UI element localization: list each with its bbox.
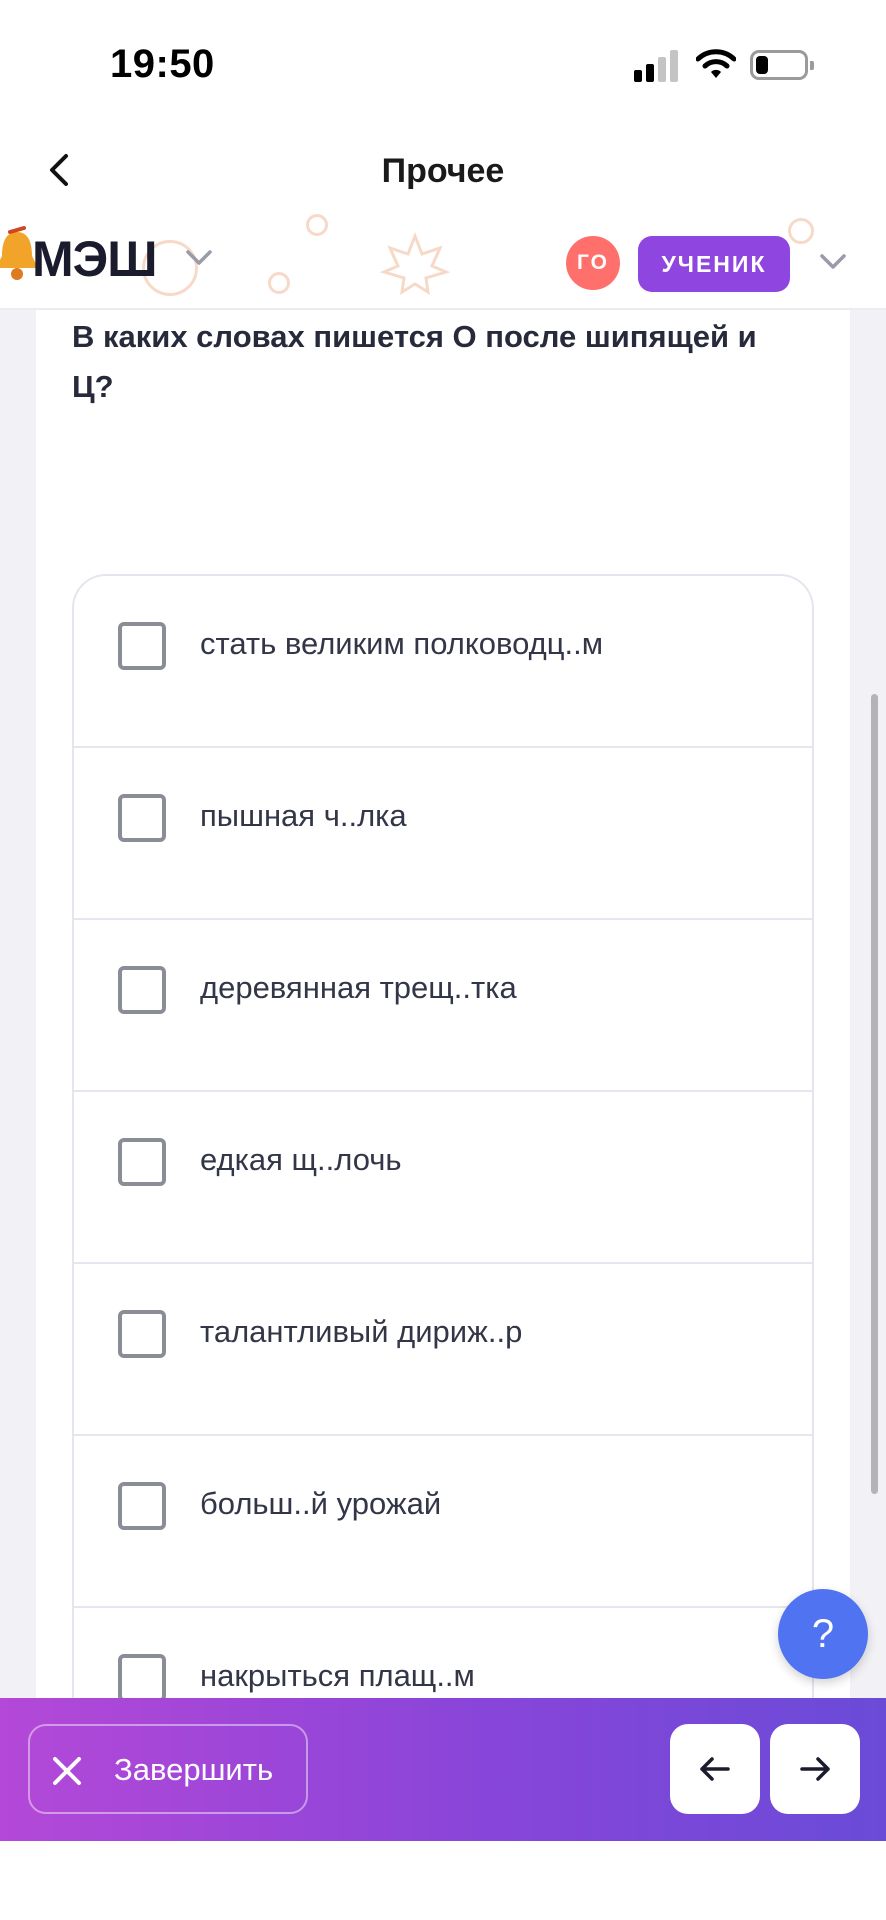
maple-leaf-icon xyxy=(380,232,450,295)
answer-option-label: пышная ч..лка xyxy=(200,798,407,833)
decor-circle xyxy=(268,272,290,294)
screen: 19:50 Прочее МЭШ ГО УЧЕНИК В каких слова… xyxy=(0,0,886,1920)
answer-option[interactable]: больш..й урожай xyxy=(74,1436,812,1608)
nav-header: Прочее xyxy=(0,130,886,210)
wifi-icon xyxy=(696,49,736,78)
answer-option-label: больш..й урожай xyxy=(200,1486,442,1521)
scrollbar[interactable] xyxy=(871,694,878,1494)
checkbox[interactable] xyxy=(118,794,166,842)
chevron-down-icon[interactable] xyxy=(818,252,848,272)
home-indicator-area xyxy=(0,1841,886,1920)
answer-option[interactable]: деревянная трещ..тка xyxy=(74,920,812,1092)
arrow-right-icon xyxy=(800,1757,830,1781)
nav-title: Прочее xyxy=(381,152,505,190)
status-bar: 19:50 xyxy=(0,0,886,130)
chevron-down-icon[interactable] xyxy=(184,248,214,268)
close-icon xyxy=(53,1757,81,1785)
battery-icon xyxy=(750,50,814,80)
decor-circle xyxy=(306,214,328,236)
user-avatar[interactable]: ГО xyxy=(566,236,620,290)
answer-option-label: деревянная трещ..тка xyxy=(200,970,517,1005)
role-badge[interactable]: УЧЕНИК xyxy=(638,236,790,292)
finish-button[interactable]: Завершить xyxy=(28,1724,308,1814)
app-logo[interactable]: МЭШ xyxy=(32,230,157,288)
checkbox[interactable] xyxy=(118,1482,166,1530)
checkbox[interactable] xyxy=(118,966,166,1014)
bottom-bar: Завершить xyxy=(0,1698,886,1841)
finish-label: Завершить xyxy=(114,1752,274,1787)
answer-option-label: едкая щ..лочь xyxy=(200,1142,402,1177)
answer-option-label: талантливый дириж..р xyxy=(200,1314,523,1349)
app-header: МЭШ ГО УЧЕНИК xyxy=(0,212,886,310)
answer-options: стать великим полководц..м пышная ч..лка… xyxy=(72,574,814,1734)
help-button[interactable]: ? xyxy=(778,1589,868,1679)
answer-option[interactable]: пышная ч..лка xyxy=(74,748,812,920)
checkbox[interactable] xyxy=(118,622,166,670)
answer-option[interactable]: талантливый дириж..р xyxy=(74,1264,812,1436)
answer-option[interactable]: едкая щ..лочь xyxy=(74,1092,812,1264)
answer-option-label: стать великим полководц..м xyxy=(200,626,604,661)
checkbox[interactable] xyxy=(118,1654,166,1702)
checkbox[interactable] xyxy=(118,1310,166,1358)
answer-option[interactable]: стать великим полководц..м xyxy=(74,576,812,748)
checkbox[interactable] xyxy=(118,1138,166,1186)
decor-circle xyxy=(788,218,814,244)
answer-option-label: накрыться плащ..м xyxy=(200,1658,475,1693)
arrow-left-icon xyxy=(700,1757,730,1781)
status-time: 19:50 xyxy=(110,42,215,86)
next-button[interactable] xyxy=(770,1724,860,1814)
question-text: В каких словах пишется О после шипящей и… xyxy=(72,319,757,404)
previous-button[interactable] xyxy=(670,1724,760,1814)
cellular-signal-icon xyxy=(634,50,680,82)
